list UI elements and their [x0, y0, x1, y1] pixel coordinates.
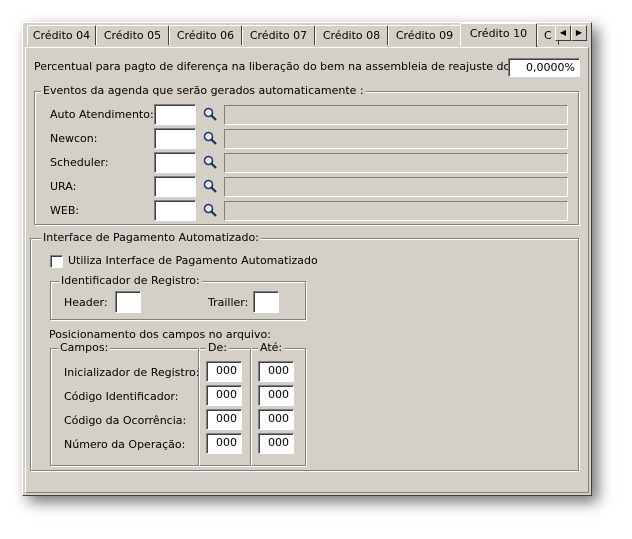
magnifier-icon[interactable]	[203, 107, 217, 121]
tab-credito-10[interactable]: Crédito 10	[460, 23, 537, 47]
campo-ate-codigo-identificador[interactable]: 000	[258, 385, 294, 406]
evento-code-input-newcon[interactable]	[154, 128, 196, 149]
ate-title: Até:	[258, 341, 285, 354]
de-divider	[250, 348, 251, 466]
campo-label-numero-operacao: Número da Operação:	[64, 438, 186, 451]
utiliza-interface-checkbox[interactable]	[50, 255, 63, 268]
magnifier-icon[interactable]	[203, 155, 217, 169]
percentual-label: Percentual para pagto de diferença na li…	[34, 60, 573, 73]
campo-de-inicializador[interactable]: 000	[206, 361, 242, 382]
campo-de-codigo-ocorrencia[interactable]: 000	[206, 409, 242, 430]
posicionamento-label: Posicionamento dos campos no arquivo:	[49, 328, 271, 341]
identificador-group-title: Identificador de Registro:	[59, 274, 202, 287]
percentual-input[interactable]: 0,0000%	[508, 58, 580, 77]
tab-credito-04[interactable]: Crédito 04	[27, 25, 96, 45]
tab-scroll-left-button[interactable]: ◀	[555, 25, 571, 41]
trailler-input[interactable]	[253, 291, 279, 313]
interface-group-title: Interface de Pagamento Automatizado:	[41, 231, 261, 244]
evento-description-auto-atendimento	[224, 105, 568, 125]
evento-description-web	[224, 201, 568, 221]
evento-description-newcon	[224, 129, 568, 149]
evento-label-auto-atendimento: Auto Atendimento:	[50, 108, 154, 121]
evento-label-newcon: Newcon:	[50, 132, 98, 145]
evento-label-web: WEB:	[50, 204, 80, 217]
evento-description-ura	[224, 177, 568, 197]
campo-ate-numero-operacao[interactable]: 000	[258, 433, 294, 454]
tab-scroll-right-button[interactable]: ▶	[571, 25, 587, 41]
campo-label-inicializador: Inicializador de Registro:	[64, 366, 200, 379]
tab-credito-06[interactable]: Crédito 06	[169, 25, 242, 45]
de-title: De:	[206, 341, 229, 354]
tab-credito-05[interactable]: Crédito 05	[96, 25, 169, 45]
campos-title: Campos:	[58, 341, 111, 354]
evento-code-input-scheduler[interactable]	[154, 152, 196, 173]
magnifier-icon[interactable]	[203, 203, 217, 217]
tab-credito-08[interactable]: Crédito 08	[315, 25, 388, 45]
campo-label-codigo-identificador: Código Identificador:	[64, 390, 179, 403]
tab-credito-09[interactable]: Crédito 09	[388, 25, 461, 45]
campo-ate-codigo-ocorrencia[interactable]: 000	[258, 409, 294, 430]
magnifier-icon[interactable]	[203, 179, 217, 193]
header-input[interactable]	[115, 291, 141, 313]
evento-description-scheduler	[224, 153, 568, 173]
trailler-label: Trailler:	[208, 296, 249, 309]
evento-label-ura: URA:	[50, 180, 77, 193]
evento-code-input-ura[interactable]	[154, 176, 196, 197]
tab-content-panel: Percentual para pagto de diferença na li…	[25, 47, 589, 493]
campo-ate-inicializador[interactable]: 000	[258, 361, 294, 382]
evento-label-scheduler: Scheduler:	[50, 156, 109, 169]
eventos-group-title: Eventos da agenda que serão gerados auto…	[41, 84, 366, 97]
tab-credito-07[interactable]: Crédito 07	[242, 25, 315, 45]
campo-de-codigo-identificador[interactable]: 000	[206, 385, 242, 406]
campo-label-codigo-ocorrencia: Código da Ocorrência:	[64, 414, 187, 427]
utiliza-interface-label[interactable]: Utiliza Interface de Pagamento Automatiz…	[68, 254, 318, 267]
campo-de-numero-operacao[interactable]: 000	[206, 433, 242, 454]
evento-code-input-web[interactable]	[154, 200, 196, 221]
evento-code-input-auto-atendimento[interactable]	[154, 104, 196, 125]
credit-settings-window: Crédito 04 Crédito 05 Crédito 06 Crédito…	[22, 22, 592, 496]
header-label: Header:	[64, 296, 108, 309]
magnifier-icon[interactable]	[203, 131, 217, 145]
